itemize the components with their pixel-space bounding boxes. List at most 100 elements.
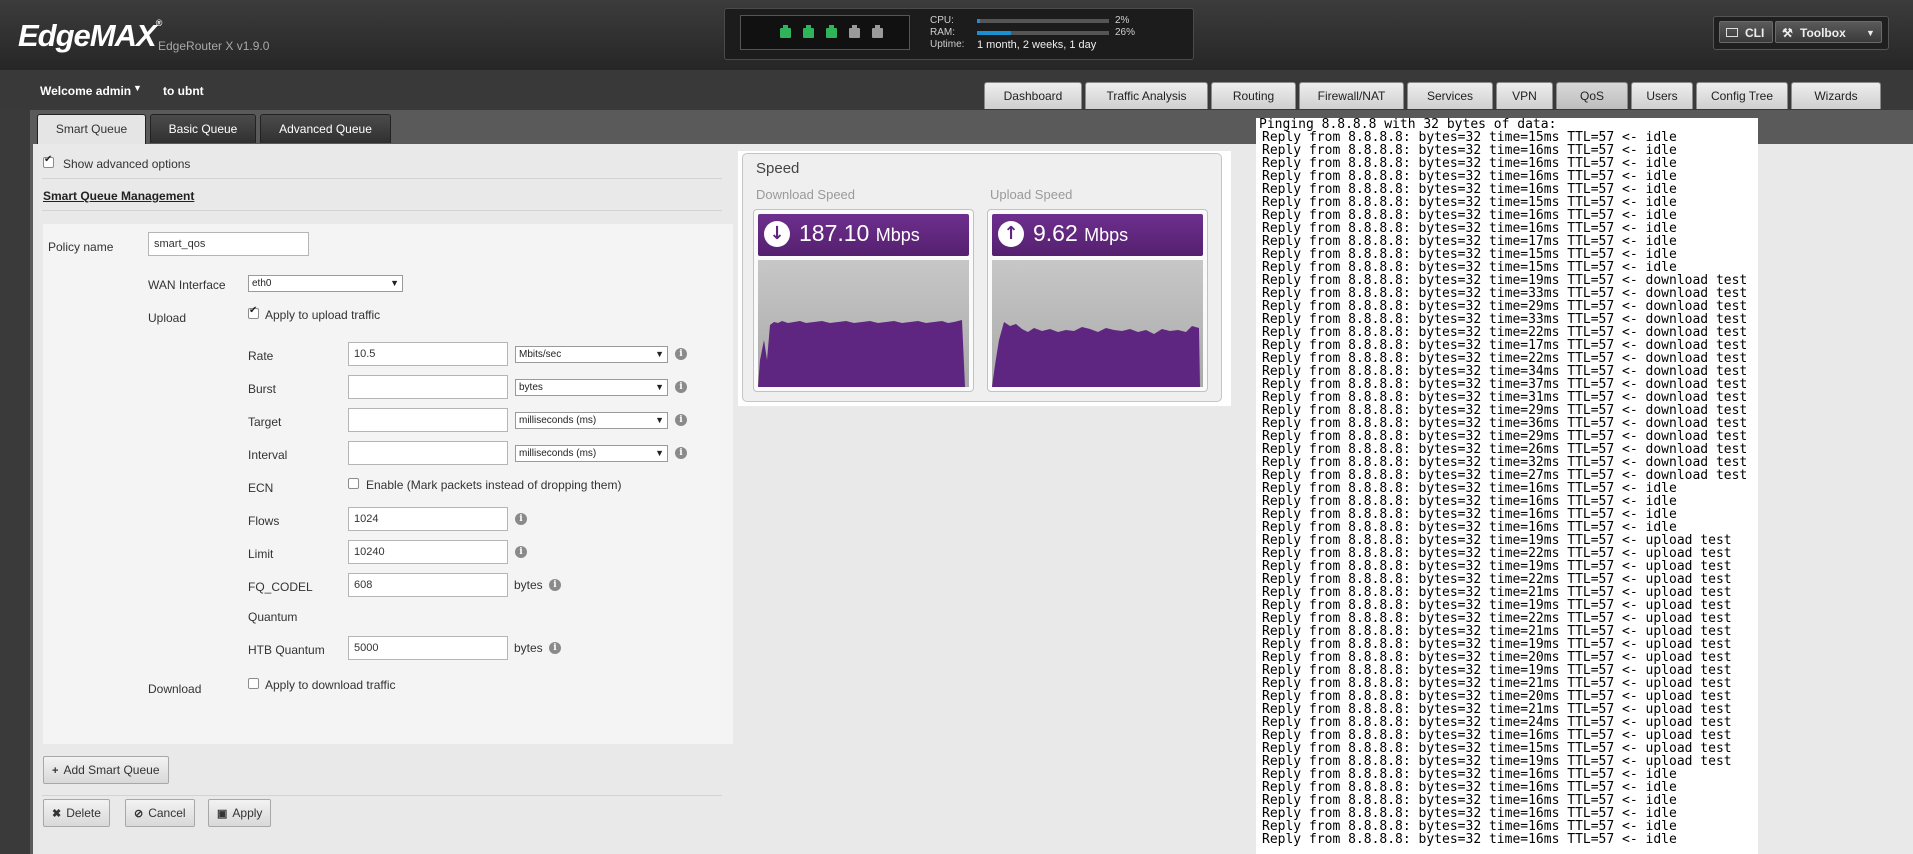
ping-console: Pinging 8.8.8.8 with 32 bytes of data: R…	[1256, 118, 1758, 854]
rate-input[interactable]: 10.5	[348, 342, 508, 366]
target-label: Target	[248, 415, 282, 429]
target-unit-value: milliseconds (ms)	[519, 415, 597, 426]
upload-graph-area	[992, 322, 1200, 387]
fq-codel-unit: bytes	[514, 578, 543, 592]
cli-button[interactable]: CLI	[1719, 21, 1773, 43]
flows-input[interactable]: 1024	[348, 507, 508, 531]
sub-navigation-bar: Welcome admin ▼ to ubnt Dashboard Traffi…	[0, 70, 1913, 110]
policy-name-label: Policy name	[48, 240, 114, 254]
interval-unit-select[interactable]: milliseconds (ms) ▼	[515, 445, 668, 462]
info-icon[interactable]: i	[675, 447, 687, 459]
interval-input[interactable]	[348, 441, 508, 465]
cancel-button[interactable]: ⊘ Cancel	[125, 799, 195, 827]
toolbox-label: Toolbox	[1800, 26, 1846, 40]
info-icon[interactable]: i	[675, 414, 687, 426]
tab-traffic-analysis[interactable]: Traffic Analysis	[1085, 82, 1208, 109]
tab-smart-queue[interactable]: Smart Queue	[37, 114, 146, 145]
ping-lines: Reply from 8.8.8.8: bytes=32 time=15ms T…	[1256, 131, 1758, 846]
apply-button[interactable]: ▣ Apply	[208, 799, 272, 827]
upload-label: Upload	[148, 311, 187, 325]
ram-percent: 26%	[1115, 27, 1136, 38]
tab-basic-queue[interactable]: Basic Queue	[150, 114, 256, 143]
show-advanced-checkbox[interactable]	[43, 154, 54, 168]
tab-users[interactable]: Users	[1631, 82, 1693, 109]
section-title: Smart Queue Management	[43, 189, 195, 203]
divider	[42, 210, 722, 211]
policy-name-input[interactable]: smart_qos	[148, 232, 309, 256]
info-icon[interactable]: i	[515, 513, 527, 525]
info-icon[interactable]: i	[515, 546, 527, 558]
limit-input[interactable]: 10240	[348, 540, 508, 564]
flows-label: Flows	[248, 514, 280, 528]
apply-upload-label: Apply to upload traffic	[265, 308, 381, 322]
delete-button[interactable]: ✖ Delete	[43, 799, 110, 827]
speed-title: Speed	[756, 160, 800, 177]
ecn-label: ECN	[248, 481, 274, 495]
arrow-up-icon: ↑	[998, 221, 1024, 247]
user-link[interactable]: to ubnt	[163, 84, 204, 98]
port-status-box	[740, 15, 910, 50]
fq-codel-label: FQ_CODEL	[248, 580, 313, 594]
cpu-bar-fill	[977, 19, 980, 23]
toolbox-button[interactable]: ⚒ Toolbox ▼	[1775, 21, 1882, 43]
apply-upload-checkbox[interactable]	[248, 305, 259, 319]
download-meter: ↓ 187.10 Mbps	[753, 209, 974, 392]
ethernet-port-icon[interactable]	[872, 25, 883, 38]
burst-unit-value: bytes	[519, 382, 543, 393]
chevron-down-icon[interactable]: ▼	[133, 83, 142, 93]
info-icon[interactable]: i	[549, 579, 561, 591]
tab-config-tree[interactable]: Config Tree	[1696, 82, 1788, 109]
target-input[interactable]	[348, 408, 508, 432]
tab-routing[interactable]: Routing	[1211, 82, 1296, 109]
ethernet-port-icon[interactable]	[803, 25, 814, 38]
tab-advanced-queue[interactable]: Advanced Queue	[260, 114, 391, 143]
tab-dashboard[interactable]: Dashboard	[984, 82, 1082, 109]
rate-unit-select[interactable]: Mbits/sec ▼	[515, 346, 668, 363]
apply-download-label: Apply to download traffic	[265, 678, 396, 692]
chevron-down-icon: ▼	[655, 448, 664, 458]
tab-wizards[interactable]: Wizards	[1791, 82, 1881, 109]
upload-speed-unit: Mbps	[1084, 225, 1129, 245]
download-speed-title: Download Speed	[756, 187, 856, 202]
htb-quantum-input[interactable]: 5000	[348, 636, 508, 660]
cli-label: CLI	[1745, 26, 1765, 40]
upload-graph-svg	[992, 322, 1200, 387]
divider	[42, 795, 722, 796]
tools-group: CLI ⚒ Toolbox ▼	[1713, 16, 1889, 50]
info-icon[interactable]: i	[675, 381, 687, 393]
apply-download-checkbox[interactable]	[248, 678, 259, 689]
chevron-down-icon: ▼	[655, 415, 664, 425]
target-unit-select[interactable]: milliseconds (ms) ▼	[515, 412, 668, 429]
wan-interface-label: WAN Interface	[148, 278, 226, 292]
wan-interface-select[interactable]: eth0 ▼	[248, 275, 403, 292]
tab-firewall-nat[interactable]: Firewall/NAT	[1299, 82, 1404, 109]
tab-qos[interactable]: QoS	[1556, 82, 1628, 109]
burst-unit-select[interactable]: bytes ▼	[515, 379, 668, 396]
interval-unit-value: milliseconds (ms)	[519, 448, 597, 459]
info-icon[interactable]: i	[549, 642, 561, 654]
uptime-label: Uptime:	[930, 39, 965, 50]
ethernet-port-icon[interactable]	[826, 25, 837, 38]
arrow-down-icon: ↓	[764, 221, 790, 247]
tab-vpn[interactable]: VPN	[1496, 82, 1553, 109]
rate-unit-value: Mbits/sec	[519, 349, 562, 360]
burst-input[interactable]	[348, 375, 508, 399]
add-smart-queue-button[interactable]: + Add Smart Queue	[43, 756, 169, 784]
ethernet-port-icon[interactable]	[849, 25, 860, 38]
uptime-value: 1 month, 2 weeks, 1 day	[977, 39, 1097, 51]
welcome-menu[interactable]: Welcome admin	[40, 84, 131, 98]
apply-label: Apply	[232, 806, 263, 820]
limit-label: Limit	[248, 547, 274, 561]
ecn-checkbox[interactable]	[348, 478, 359, 489]
download-meter-header: ↓ 187.10 Mbps	[758, 214, 969, 256]
tab-services[interactable]: Services	[1407, 82, 1493, 109]
edgemax-logo[interactable]: EdgeMAX®	[18, 18, 163, 54]
cancel-icon: ⊘	[134, 808, 144, 820]
upload-meter: ↑ 9.62 Mbps	[987, 209, 1208, 392]
logo-registered-mark: ®	[155, 18, 163, 28]
info-icon[interactable]: i	[675, 348, 687, 360]
fq-codel-quantum-input[interactable]: 608	[348, 573, 508, 597]
ethernet-port-icon[interactable]	[780, 25, 791, 38]
upload-speed-number: 9.62	[1033, 220, 1078, 246]
device-model: EdgeRouter X v1.9.0	[158, 39, 270, 53]
